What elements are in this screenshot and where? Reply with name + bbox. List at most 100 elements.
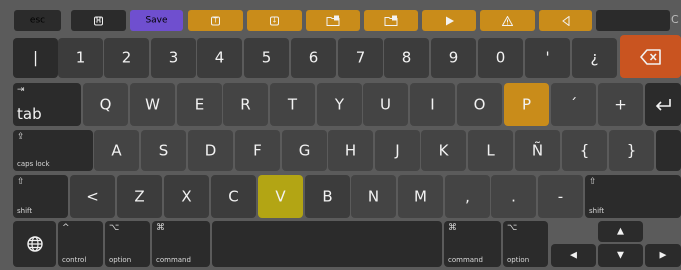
download-icon: ↓ [270,16,279,25]
toolbar-search-icon[interactable]: C [671,13,681,27]
key-0[interactable]: 0 [478,38,523,78]
key-a[interactable]: A [94,130,139,171]
tab-icon: ⇥ [17,85,25,95]
control-icon: ^ [62,223,70,233]
key-7[interactable]: 7 [338,38,383,78]
folder-add-icon [306,15,360,26]
command-icon: ⌘ [156,223,165,233]
return-key-lower[interactable] [656,130,681,171]
key-c[interactable]: C [211,175,256,218]
key-l[interactable]: L [468,130,513,171]
key-i[interactable]: I [410,83,455,126]
warning-key[interactable] [480,10,535,31]
key-z[interactable]: Z [117,175,162,218]
key-8[interactable]: 8 [384,38,429,78]
key-o[interactable]: O [457,83,502,126]
shift-icon: ⇧ [589,177,597,187]
control-key[interactable]: ^ control [58,221,103,267]
key-r[interactable]: R [223,83,268,126]
text-tool-key[interactable]: T [188,10,243,31]
key-9[interactable]: 9 [431,38,476,78]
key-2[interactable]: 2 [104,38,149,78]
arrow-left-key[interactable]: ◀ [551,244,596,267]
download-key[interactable]: ↓ [247,10,302,31]
caps-lock-icon: ⇪ [17,132,25,142]
globe-key[interactable] [13,221,56,267]
volume-icon [539,15,592,26]
keyboard: esc ⌘ Save T ↓ C | 1 2 3 4 5 6 7 8 9 0 '… [0,0,681,270]
arrow-up-key[interactable]: ▲ [598,221,643,242]
key-b[interactable]: B [305,175,350,218]
left-command-key[interactable]: ⌘ command [152,221,210,267]
key-k[interactable]: K [421,130,466,171]
folder-add-key-2[interactable] [364,10,418,31]
key-n-tilde[interactable]: Ñ [515,130,560,171]
key-j[interactable]: J [375,130,420,171]
key-n[interactable]: N [351,175,396,218]
arrow-right-icon: ▶ [659,250,667,260]
play-key[interactable] [422,10,476,31]
key-u[interactable]: U [363,83,408,126]
key-p[interactable]: P [504,83,549,126]
key-y[interactable]: Y [317,83,362,126]
save-button[interactable]: Save [130,10,183,31]
key-e[interactable]: E [177,83,222,126]
key-t[interactable]: T [270,83,315,126]
arrow-down-icon: ▼ [617,250,624,260]
calculator-icon: ⌘ [94,16,103,25]
key-q[interactable]: Q [83,83,128,126]
esc-key[interactable]: esc [14,10,61,31]
arrow-up-icon: ▲ [617,226,624,236]
key-5[interactable]: 5 [244,38,289,78]
text-tool-icon: T [188,16,243,25]
key-x[interactable]: X [164,175,209,218]
tab-key[interactable]: ⇥ tab [13,83,81,126]
key-right-brace[interactable]: } [609,130,654,171]
key-3[interactable]: 3 [151,38,196,78]
key-hyphen[interactable]: - [538,175,583,218]
return-icon [645,98,681,112]
key-4[interactable]: 4 [197,38,242,78]
key-m[interactable]: M [398,175,443,218]
space-bar[interactable] [212,221,442,267]
arrow-down-key[interactable]: ▼ [598,244,643,267]
key-6[interactable]: 6 [291,38,336,78]
key-g[interactable]: G [282,130,327,171]
caps-lock-key[interactable]: ⇪ caps lock [13,130,93,171]
key-f[interactable]: F [235,130,280,171]
delete-key[interactable] [620,35,681,78]
option-icon: ⌥ [109,223,120,233]
right-command-key[interactable]: ⌘ command [444,221,501,267]
command-icon: ⌘ [448,223,457,233]
key-v[interactable]: V [258,175,303,218]
key-inverted-question[interactable]: ¿ [572,38,617,78]
folder-add-icon [364,15,418,26]
key-apostrophe[interactable]: ' [525,38,570,78]
shift-icon: ⇧ [17,177,25,187]
key-w[interactable]: W [130,83,175,126]
key-pipe[interactable]: | [13,38,58,78]
key-plus[interactable]: + [598,83,643,126]
key-left-brace[interactable]: { [562,130,607,171]
key-acute[interactable]: ´ [551,83,596,126]
key-h[interactable]: H [328,130,373,171]
folder-add-key[interactable] [306,10,360,31]
volume-key[interactable] [539,10,592,31]
key-s[interactable]: S [141,130,186,171]
left-option-key[interactable]: ⌥ option [105,221,150,267]
arrow-right-key[interactable]: ▶ [645,244,681,267]
option-icon: ⌥ [507,223,518,233]
left-shift-key[interactable]: ⇧ shift [13,175,68,218]
calculator-key[interactable]: ⌘ [71,10,126,31]
key-period[interactable]: . [491,175,536,218]
toolbar-extra-key[interactable] [596,10,670,31]
key-less-than[interactable]: < [70,175,115,218]
right-option-key[interactable]: ⌥ option [503,221,548,267]
arrow-left-icon: ◀ [570,250,577,260]
return-key[interactable] [645,83,681,126]
key-d[interactable]: D [188,130,233,171]
key-1[interactable]: 1 [58,38,103,78]
right-shift-key[interactable]: ⇧ shift [585,175,681,218]
key-comma[interactable]: , [445,175,490,218]
delete-icon [620,48,681,65]
